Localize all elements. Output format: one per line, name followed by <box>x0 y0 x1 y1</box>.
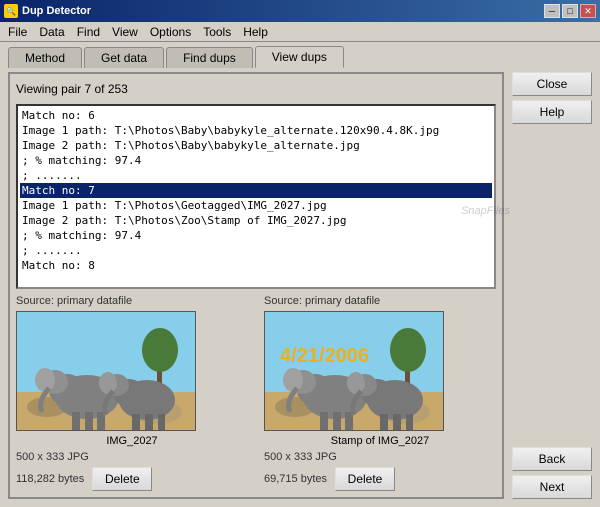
menu-file[interactable]: File <box>2 23 33 41</box>
title-bar: 🔍 Dup Detector ─ □ ✕ <box>0 0 600 22</box>
images-section: Source: primary datafile <box>16 295 496 491</box>
maximize-button[interactable]: □ <box>562 4 578 18</box>
image1-frame <box>16 311 196 431</box>
image2-name: Stamp of IMG_2027 <box>264 435 496 447</box>
image2-dimensions: 500 x 333 JPG <box>264 451 496 463</box>
back-button[interactable]: Back <box>512 447 592 471</box>
tabs-row: Method Get data Find dups View dups <box>0 42 600 68</box>
image1-name: IMG_2027 <box>16 435 248 447</box>
help-button[interactable]: Help <box>512 100 592 124</box>
left-panel: Viewing pair 7 of 253 Match no: 6 Image … <box>8 72 504 499</box>
image1-source-label: Source: primary datafile <box>16 295 248 307</box>
image2-source-label: Source: primary datafile <box>264 295 496 307</box>
app-icon: 🔍 <box>4 4 18 18</box>
content-area: Viewing pair 7 of 253 Match no: 6 Image … <box>0 68 600 507</box>
image1-delete-row: 118,282 bytes Delete <box>16 467 248 491</box>
list-item[interactable]: ; ....... <box>20 168 492 183</box>
menu-data[interactable]: Data <box>33 23 70 41</box>
menu-bar: File Data Find View Options Tools Help <box>0 22 600 42</box>
tab-view-dups[interactable]: View dups <box>255 46 344 68</box>
list-item[interactable]: Match no: 6 <box>20 108 492 123</box>
close-window-button[interactable]: ✕ <box>580 4 596 18</box>
list-item[interactable]: Match no: 8 <box>20 258 492 273</box>
image2-block: Source: primary datafile <box>264 295 496 491</box>
next-button[interactable]: Next <box>512 475 592 499</box>
close-button[interactable]: Close <box>512 72 592 96</box>
main-window: Method Get data Find dups View dups View… <box>0 42 600 507</box>
list-item[interactable]: ; % matching: 97.4 <box>20 228 492 243</box>
list-item[interactable]: Image 1 path: T:\Photos\Baby\babykyle_al… <box>20 123 492 138</box>
image2-frame: 4/21/2006 <box>264 311 444 431</box>
app-title: Dup Detector <box>22 5 91 17</box>
image2-delete-row: 69,715 bytes Delete <box>264 467 496 491</box>
list-item-selected[interactable]: Match no: 7 <box>20 183 492 198</box>
svg-text:4/21/2006: 4/21/2006 <box>280 345 369 367</box>
menu-view[interactable]: View <box>106 23 144 41</box>
list-item[interactable]: ; ....... <box>20 243 492 258</box>
menu-help[interactable]: Help <box>237 23 274 41</box>
tab-find-dups[interactable]: Find dups <box>166 47 253 68</box>
list-item[interactable]: Image 1 path: T:\Photos\Geotagged\IMG_20… <box>20 198 492 213</box>
image1-block: Source: primary datafile <box>16 295 248 491</box>
list-item[interactable]: Image 2 path: T:\Photos\Zoo\Stamp of IMG… <box>20 213 492 228</box>
window-controls: ─ □ ✕ <box>544 4 596 18</box>
right-panel: Close Help Back Next <box>512 72 592 499</box>
image2-delete-button[interactable]: Delete <box>335 467 395 491</box>
menu-find[interactable]: Find <box>71 23 106 41</box>
menu-options[interactable]: Options <box>144 23 197 41</box>
image1-size: 118,282 bytes <box>16 473 84 485</box>
tab-method[interactable]: Method <box>8 47 82 68</box>
tab-get-data[interactable]: Get data <box>84 47 164 68</box>
match-list[interactable]: Match no: 6 Image 1 path: T:\Photos\Baby… <box>16 104 496 289</box>
image1-dimensions: 500 x 333 JPG <box>16 451 248 463</box>
viewing-status: Viewing pair 7 of 253 <box>16 80 496 98</box>
image2-size: 69,715 bytes <box>264 473 327 485</box>
list-item[interactable]: ; % matching: 97.4 <box>20 153 492 168</box>
menu-tools[interactable]: Tools <box>197 23 237 41</box>
minimize-button[interactable]: ─ <box>544 4 560 18</box>
list-item[interactable]: Image 2 path: T:\Photos\Baby\babykyle_al… <box>20 138 492 153</box>
image1-delete-button[interactable]: Delete <box>92 467 152 491</box>
